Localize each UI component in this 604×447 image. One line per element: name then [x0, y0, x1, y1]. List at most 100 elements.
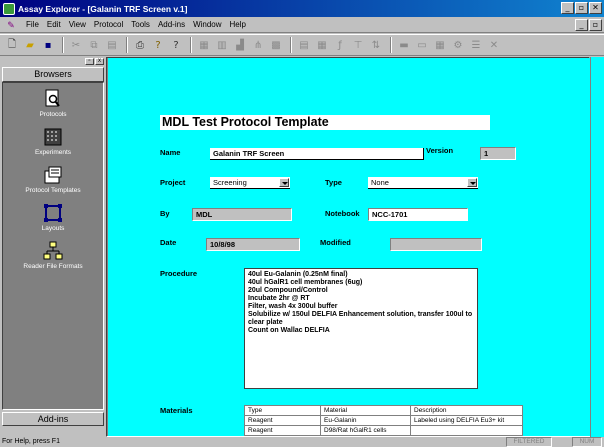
minimize-button[interactable]: _	[561, 2, 574, 14]
materials-table[interactable]: Type Material Description Reagent Eu-Gal…	[244, 405, 523, 436]
maximize-button[interactable]: ▫	[575, 2, 588, 14]
new-file-icon[interactable]: 🗋	[4, 37, 20, 53]
context-help-icon[interactable]: ?	[168, 37, 184, 53]
protocol-template-form: MDL Test Protocol Template Name Galanin …	[108, 58, 592, 436]
sidebar-item-protocols[interactable]: Protocols	[3, 89, 103, 127]
by-label: By	[160, 209, 170, 218]
menu-add-ins[interactable]: Add-ins	[154, 20, 189, 29]
sidebar-item-layouts[interactable]: Layouts	[3, 203, 103, 241]
menu-file[interactable]: File	[22, 20, 43, 29]
type-value: None	[371, 178, 389, 187]
table-row[interactable]: Reagent Eu-Galanin Labeled using DELFIA …	[244, 415, 523, 426]
table-icon[interactable]: ▦	[196, 37, 212, 53]
type-label: Type	[325, 178, 342, 187]
notebook-field[interactable]: NCC-1701	[368, 208, 468, 221]
modified-field[interactable]	[390, 238, 482, 251]
toolbar-separator	[390, 37, 392, 53]
sidebar-item-experiments[interactable]: Experiments	[3, 127, 103, 165]
date-label: Date	[160, 238, 177, 247]
sidebar-item-label: Layouts	[41, 225, 65, 232]
name-field[interactable]: Galanin TRF Screen	[210, 148, 424, 160]
by-field[interactable]: MDL	[192, 208, 292, 221]
sidebar-item-reader-file-formats[interactable]: Reader File Formats	[3, 241, 103, 279]
plate-grid-icon[interactable]: ▦	[432, 37, 448, 53]
sidebar-pin-button[interactable]: ▫	[85, 57, 94, 65]
protocol-templates-icon	[43, 165, 63, 185]
chart-icon[interactable]: ▟	[232, 37, 248, 53]
project-label: Project	[160, 178, 186, 187]
table-header-row: Type Material Description	[244, 405, 523, 416]
chevron-down-icon[interactable]	[467, 178, 477, 187]
filter-icon[interactable]: ⊤	[350, 37, 366, 53]
table-cell[interactable]	[410, 425, 523, 436]
paste-icon[interactable]: ▤	[104, 37, 120, 53]
notebook-label: Notebook	[325, 209, 360, 218]
spreadsheet-icon[interactable]: ▦	[314, 37, 330, 53]
sidebar-item-label: Protocols	[39, 111, 67, 118]
table-cell[interactable]: Eu-Galanin	[320, 415, 411, 426]
menu-view[interactable]: View	[65, 20, 90, 29]
procedure-line: Incubate 2hr @ RT	[248, 295, 310, 302]
menu-edit[interactable]: Edit	[43, 20, 65, 29]
tree-icon[interactable]: ⋔	[250, 37, 266, 53]
column-header-description[interactable]: Description	[410, 405, 523, 416]
protocols-icon	[43, 89, 63, 109]
menu-help[interactable]: Help	[226, 20, 250, 29]
sidebar-header[interactable]: Browsers	[2, 67, 104, 82]
toolbar-separator	[290, 37, 292, 53]
cut-icon[interactable]: ✂	[68, 37, 84, 53]
column-header-material[interactable]: Material	[320, 405, 411, 416]
plate-icon[interactable]: ▬	[396, 37, 412, 53]
experiments-icon	[43, 127, 63, 147]
project-dropdown[interactable]: Screening	[210, 177, 290, 189]
sidebar-item-label: Reader File Formats	[23, 263, 83, 270]
procedure-line: Count on Wallac DELFIA	[248, 327, 330, 334]
help-icon[interactable]: ?	[150, 37, 166, 53]
form-title: MDL Test Protocol Template	[160, 115, 490, 130]
table-cell[interactable]: D98/Rat hGalR1 cells	[320, 425, 411, 436]
reader-file-formats-icon	[43, 241, 63, 261]
version-field[interactable]: 1	[480, 147, 516, 160]
sidebar-item-label: Experiments	[34, 149, 72, 156]
add-ins-button[interactable]: Add-ins	[2, 412, 104, 426]
status-bar: For Help, press F1 FILTERED NUM	[0, 437, 604, 447]
menu-tools[interactable]: Tools	[127, 20, 154, 29]
toolbar-separator	[62, 37, 64, 53]
document-icon[interactable]: ✎	[4, 19, 18, 31]
sidebar-item-protocol-templates[interactable]: Protocol Templates	[3, 165, 103, 203]
menu-protocol[interactable]: Protocol	[90, 20, 127, 29]
sort-icon[interactable]: ⇅	[368, 37, 384, 53]
list-icon[interactable]: ☰	[468, 37, 484, 53]
close-icon[interactable]: ✕	[486, 37, 502, 53]
table-row[interactable]: Reagent D98/Rat hGalR1 cells	[244, 425, 523, 436]
num-lock-indicator: NUM	[572, 437, 602, 447]
formula-icon[interactable]: ƒ	[332, 37, 348, 53]
copy-icon[interactable]: ⧉	[86, 37, 102, 53]
table-cell[interactable]: Labeled using DELFIA Eu3+ kit	[410, 415, 523, 426]
mdi-minimize-button[interactable]: _	[575, 19, 588, 31]
date-field[interactable]: 10/8/98	[206, 238, 300, 251]
chevron-down-icon[interactable]	[279, 178, 289, 187]
save-icon[interactable]: ▪	[40, 37, 56, 53]
mdi-restore-button[interactable]: ▫	[589, 19, 602, 31]
vertical-scrollbar[interactable]	[590, 57, 604, 437]
save-layout-icon[interactable]: ▭	[414, 37, 430, 53]
type-dropdown[interactable]: None	[368, 177, 478, 189]
version-label: Version	[426, 146, 454, 155]
procedure-textarea[interactable]: 40ul Eu-Galanin (0.25nM final) 40ul hGal…	[244, 268, 478, 389]
procedure-line: 20ul Compound/Control	[248, 287, 328, 294]
table-cell[interactable]: Reagent	[244, 415, 321, 426]
table-cell[interactable]: Reagent	[244, 425, 321, 436]
open-folder-icon[interactable]: ▰	[22, 37, 38, 53]
menu-window[interactable]: Window	[189, 20, 225, 29]
print-icon[interactable]: ⎙	[132, 37, 148, 53]
grid-icon[interactable]: ▥	[214, 37, 230, 53]
settings-icon[interactable]: ⚙	[450, 37, 466, 53]
sidebar-item-label: Protocol Templates	[25, 187, 81, 194]
sidebar-close-button[interactable]: x	[95, 57, 104, 65]
title-bar: Assay Explorer - [Galanin TRF Screen v.1…	[0, 0, 604, 17]
layout-icon[interactable]: ▤	[296, 37, 312, 53]
close-button[interactable]: ✕	[589, 2, 602, 14]
column-header-type[interactable]: Type	[244, 405, 321, 416]
grid-view-icon[interactable]: ▩	[268, 37, 284, 53]
